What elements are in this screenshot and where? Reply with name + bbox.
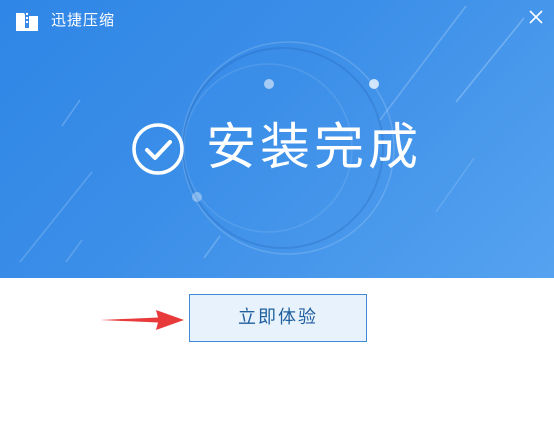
app-logo-icon xyxy=(16,11,38,31)
title-bar: 迅捷压缩 xyxy=(0,0,554,40)
close-icon[interactable] xyxy=(523,4,549,30)
red-arrow-icon xyxy=(100,310,184,330)
start-experience-button[interactable]: 立即体验 xyxy=(189,294,367,342)
installer-window: 迅捷压缩 安装完成 立即体验 xyxy=(0,0,554,425)
completion-banner: 迅捷压缩 安装完成 xyxy=(0,0,554,278)
check-circle-icon xyxy=(132,123,184,175)
install-complete-heading: 安装完成 xyxy=(206,118,422,176)
window-title: 迅捷压缩 xyxy=(51,11,116,29)
